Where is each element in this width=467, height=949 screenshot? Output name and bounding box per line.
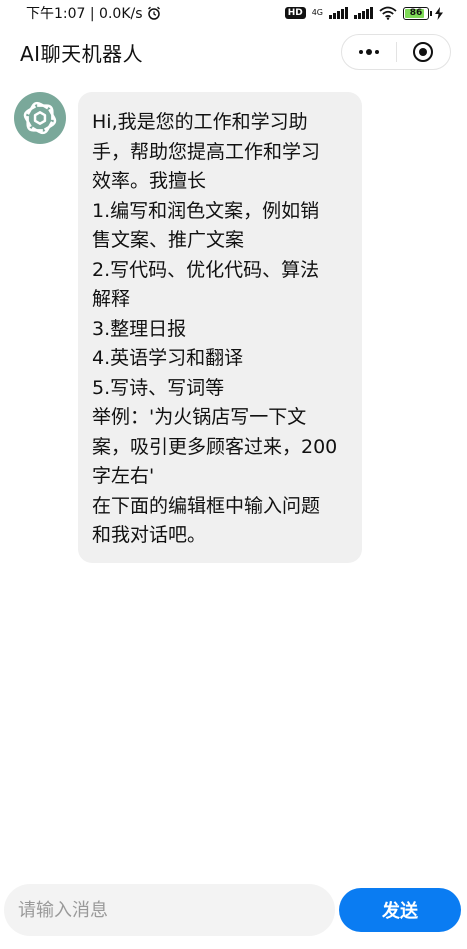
openai-logo-icon [23,101,57,135]
chat-area[interactable]: Hi,我是您的工作和学习助 手，帮助您提高工作和学习 效率。我擅长 1.编写和润… [0,78,467,878]
status-right: HD 4G 86 [284,6,443,20]
more-button[interactable] [342,35,396,69]
alarm-clock-icon [147,6,160,20]
message-input[interactable] [4,884,335,936]
signal-icon [329,7,348,19]
network-type-label: 4G [311,8,323,17]
send-button[interactable]: 发送 [339,888,461,932]
mini-program-capsule [341,34,451,70]
status-time-speed: 下午1:07 | 0.0K/s [26,6,143,22]
battery-icon: 86 [403,6,432,20]
close-button[interactable] [397,35,451,69]
assistant-message-bubble: Hi,我是您的工作和学习助 手，帮助您提高工作和学习 效率。我擅长 1.编写和润… [78,92,362,563]
status-bar: 下午1:07 | 0.0K/s HD 4G 86 [0,0,467,26]
assistant-avatar [14,92,66,144]
signal-icon-secondary [354,7,373,19]
more-dots-icon [358,49,379,55]
hd-badge: HD [284,7,306,19]
nav-bar: AI聊天机器人 [0,26,467,78]
wifi-icon [379,6,397,20]
input-bar: 发送 [0,880,467,940]
app-screen: 下午1:07 | 0.0K/s HD 4G 86 AI聊天机器人 Hi,我是您的… [0,0,467,949]
target-circle-icon [413,42,434,62]
page-title: AI聊天机器人 [20,41,144,66]
status-left: 下午1:07 | 0.0K/s [26,3,161,23]
charging-icon [435,6,443,20]
battery-level: 86 [409,8,423,18]
